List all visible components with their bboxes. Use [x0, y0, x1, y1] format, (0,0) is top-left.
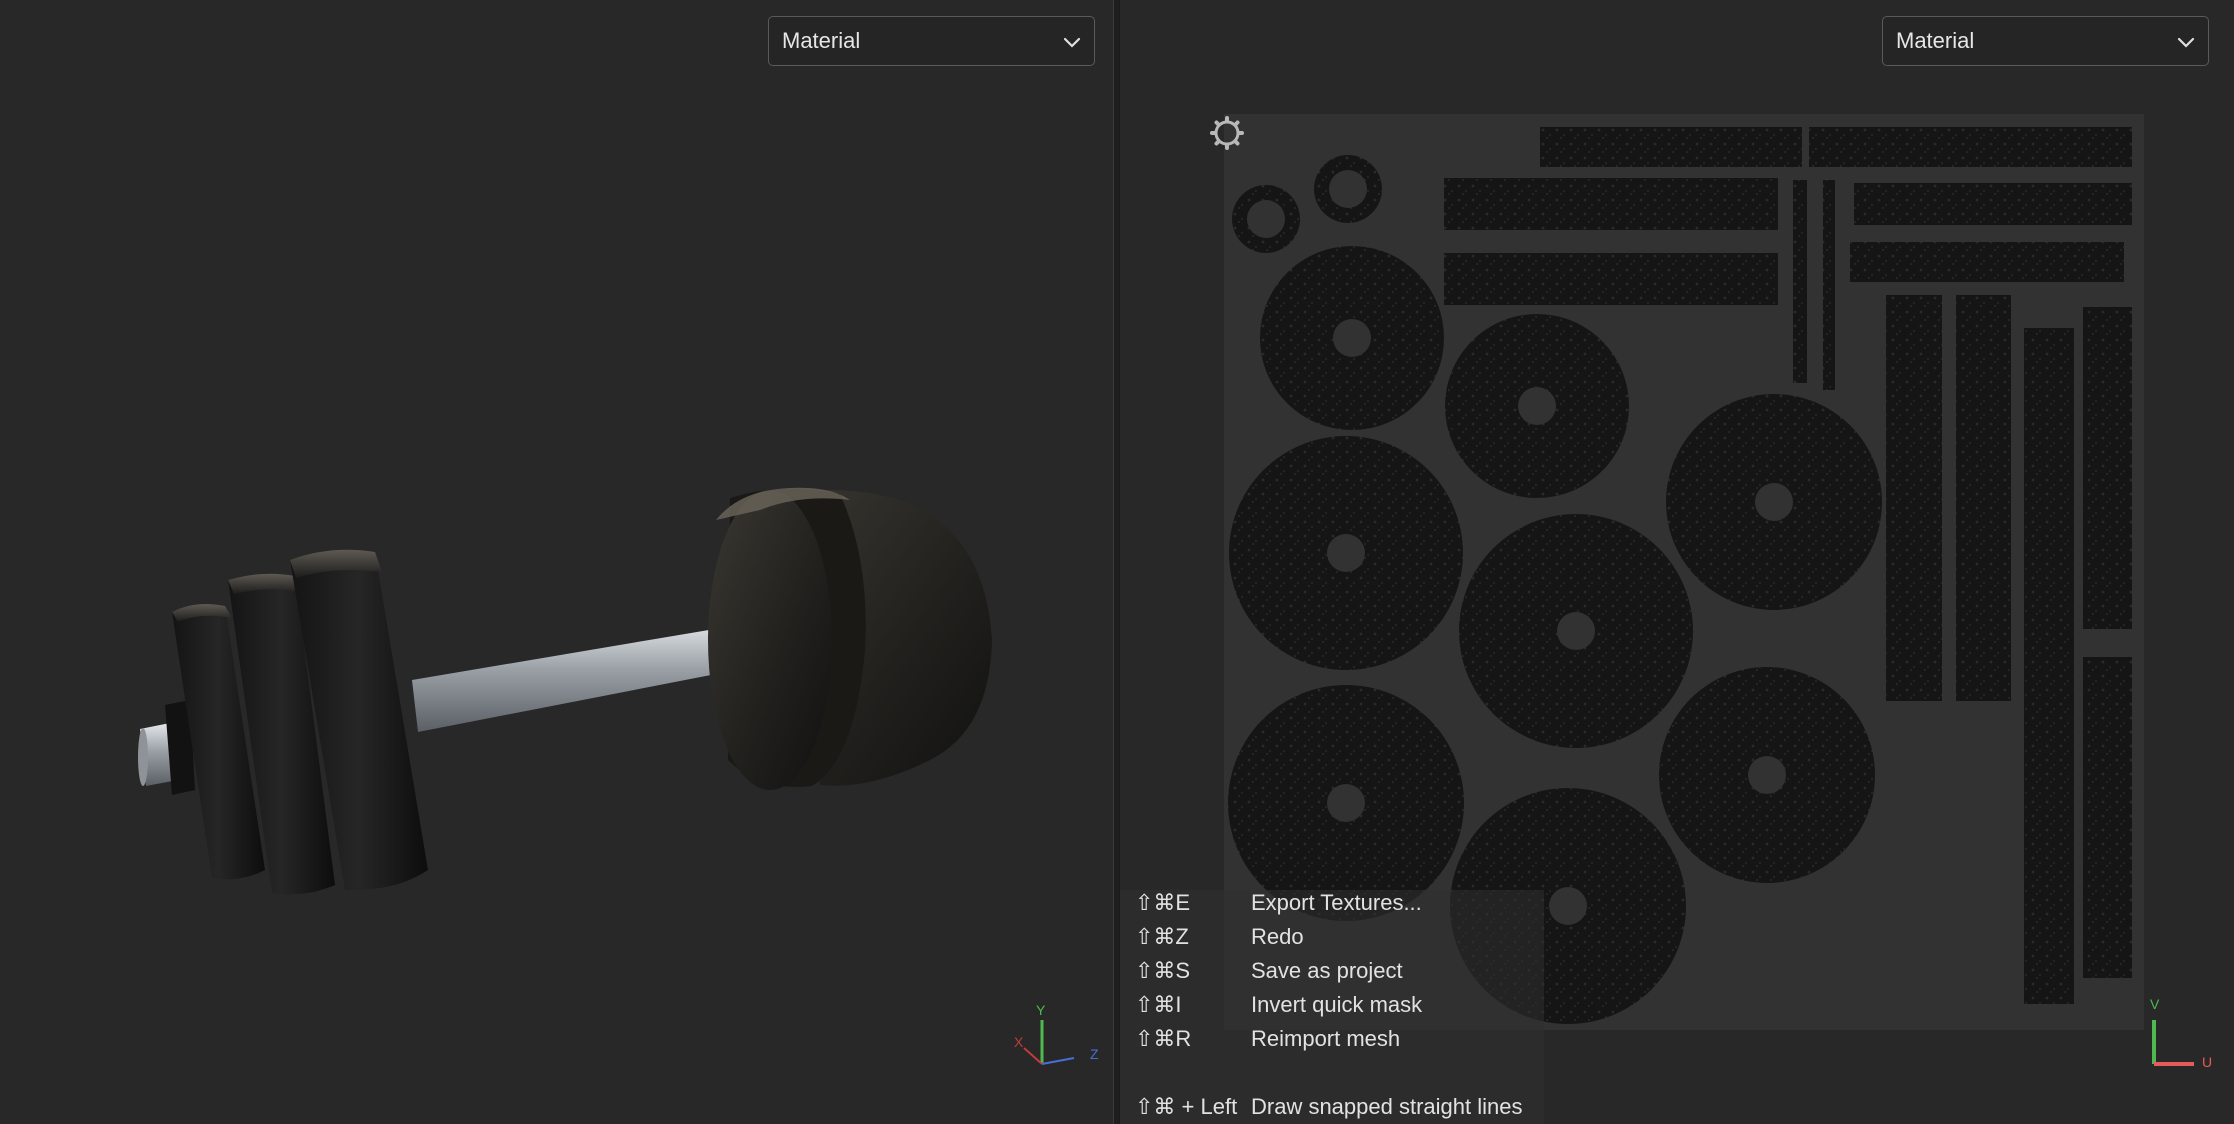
chevron-down-icon — [2176, 32, 2196, 52]
shortcut-key: ⇧⌘Z — [1135, 924, 1189, 949]
uv-axis-label-v: V — [2150, 996, 2160, 1012]
material-dropdown-left-label: Material — [782, 28, 861, 53]
shortcut-key: ⇧⌘ + Left — [1135, 1094, 1238, 1119]
shortcut-action: Redo — [1251, 924, 1304, 949]
material-dropdown-left[interactable]: Material — [768, 16, 1095, 66]
shortcut-key: ⇧⌘R — [1135, 1026, 1192, 1051]
chevron-down-icon — [1062, 32, 1082, 52]
shortcut-action: Reimport mesh — [1251, 1026, 1401, 1051]
uv-axis-label-u: U — [2202, 1054, 2213, 1070]
material-dropdown-right-label: Material — [1896, 28, 1975, 53]
gear-icon[interactable] — [1209, 115, 1245, 151]
axis-label-z: Z — [1090, 1046, 1099, 1062]
axis-label-x: X — [1014, 1034, 1024, 1050]
axis-gizmo: Y X Z — [1012, 1000, 1102, 1072]
axis-label-y: Y — [1036, 1002, 1046, 1018]
shortcut-action: Save as project — [1251, 958, 1403, 983]
dumbbell-mesh[interactable] — [0, 0, 1113, 1124]
shortcut-action: Export Textures... — [1251, 890, 1422, 915]
shortcut-key: ⇧⌘S — [1135, 958, 1191, 983]
shortcut-key: ⇧⌘I — [1135, 992, 1182, 1017]
viewport-splitter[interactable] — [1113, 0, 1120, 1124]
material-dropdown-right[interactable]: Material — [1882, 16, 2209, 66]
shortcut-key: ⇧⌘E — [1135, 890, 1191, 915]
uv-axis-gizmo: V U — [2146, 996, 2226, 1072]
shortcut-action: Draw snapped straight lines — [1251, 1094, 1523, 1119]
shortcut-action: Invert quick mask — [1251, 992, 1423, 1017]
3d-viewport[interactable]: Material Y X Z — [0, 0, 1113, 1124]
